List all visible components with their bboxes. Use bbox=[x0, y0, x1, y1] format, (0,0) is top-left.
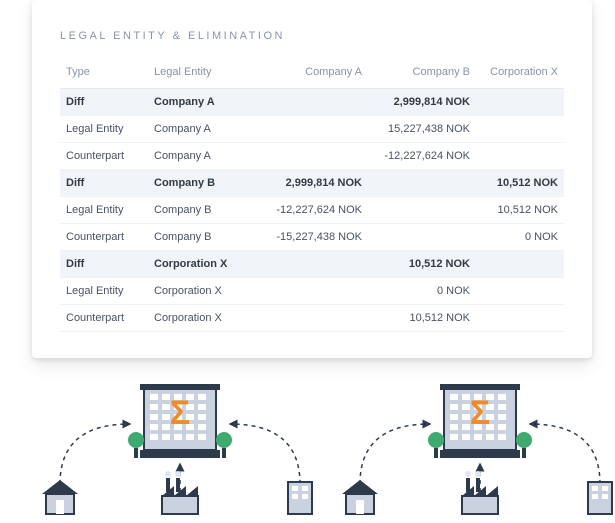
cell-entity: Company A bbox=[148, 116, 260, 143]
cell-b: 2,999,814 NOK bbox=[368, 89, 476, 116]
cell-x bbox=[476, 278, 564, 305]
cell-x bbox=[476, 89, 564, 116]
cell-type: Legal Entity bbox=[60, 116, 148, 143]
cell-type: Diff bbox=[60, 170, 148, 197]
cell-type: Legal Entity bbox=[60, 197, 148, 224]
cell-entity: Company A bbox=[148, 89, 260, 116]
col-legal-entity: Legal Entity bbox=[148, 60, 260, 89]
cell-x bbox=[476, 251, 564, 278]
cell-x bbox=[476, 305, 564, 332]
col-company-b: Company B bbox=[368, 60, 476, 89]
report-card: LEGAL ENTITY & ELIMINATION Type Legal En… bbox=[32, 0, 592, 358]
cell-x: 0 NOK bbox=[476, 224, 564, 251]
cell-a bbox=[260, 278, 368, 305]
cell-type: Diff bbox=[60, 89, 148, 116]
cell-entity: Corporation X bbox=[148, 251, 260, 278]
col-corporation-x: Corporation X bbox=[476, 60, 564, 89]
table-row: Diff Corporation X 10,512 NOK bbox=[60, 251, 564, 278]
cell-a bbox=[260, 143, 368, 170]
cell-entity: Company A bbox=[148, 143, 260, 170]
cell-a: -15,227,438 NOK bbox=[260, 224, 368, 251]
col-type: Type bbox=[60, 60, 148, 89]
table-row: Counterpart Company A -12,227,624 NOK bbox=[60, 143, 564, 170]
hierarchy-diagram-icon: Σ bbox=[0, 384, 615, 523]
cell-x: 10,512 NOK bbox=[476, 170, 564, 197]
table-row: Diff Company B 2,999,814 NOK 10,512 NOK bbox=[60, 170, 564, 197]
illustration: Σ bbox=[0, 384, 615, 523]
cell-type: Legal Entity bbox=[60, 278, 148, 305]
cell-a bbox=[260, 116, 368, 143]
cell-entity: Corporation X bbox=[148, 278, 260, 305]
table-row: Counterpart Company B -15,227,438 NOK 0 … bbox=[60, 224, 564, 251]
table-body: Diff Company A 2,999,814 NOK Legal Entit… bbox=[60, 89, 564, 332]
table-header-row: Type Legal Entity Company A Company B Co… bbox=[60, 60, 564, 89]
cell-entity: Company B bbox=[148, 197, 260, 224]
cell-a: -12,227,624 NOK bbox=[260, 197, 368, 224]
table-row: Legal Entity Corporation X 0 NOK bbox=[60, 278, 564, 305]
cell-entity: Company B bbox=[148, 224, 260, 251]
cell-b: 15,227,438 NOK bbox=[368, 116, 476, 143]
cell-entity: Company B bbox=[148, 170, 260, 197]
cell-a: 2,999,814 NOK bbox=[260, 170, 368, 197]
table-row: Counterpart Corporation X 10,512 NOK bbox=[60, 305, 564, 332]
cell-type: Diff bbox=[60, 251, 148, 278]
cell-b bbox=[368, 170, 476, 197]
table-row: Legal Entity Company A 15,227,438 NOK bbox=[60, 116, 564, 143]
cell-b bbox=[368, 197, 476, 224]
col-company-a: Company A bbox=[260, 60, 368, 89]
cell-a bbox=[260, 251, 368, 278]
cell-type: Counterpart bbox=[60, 143, 148, 170]
cell-a bbox=[260, 89, 368, 116]
cell-type: Counterpart bbox=[60, 305, 148, 332]
elimination-table: Type Legal Entity Company A Company B Co… bbox=[60, 60, 564, 332]
cell-b bbox=[368, 224, 476, 251]
cell-entity: Corporation X bbox=[148, 305, 260, 332]
cell-x bbox=[476, 116, 564, 143]
cell-x: 10,512 NOK bbox=[476, 197, 564, 224]
cell-x bbox=[476, 143, 564, 170]
cell-b: -12,227,624 NOK bbox=[368, 143, 476, 170]
cell-b: 10,512 NOK bbox=[368, 305, 476, 332]
table-row: Diff Company A 2,999,814 NOK bbox=[60, 89, 564, 116]
cell-type: Counterpart bbox=[60, 224, 148, 251]
cell-a bbox=[260, 305, 368, 332]
cell-b: 0 NOK bbox=[368, 278, 476, 305]
cell-b: 10,512 NOK bbox=[368, 251, 476, 278]
table-row: Legal Entity Company B -12,227,624 NOK 1… bbox=[60, 197, 564, 224]
card-title: LEGAL ENTITY & ELIMINATION bbox=[60, 30, 564, 42]
